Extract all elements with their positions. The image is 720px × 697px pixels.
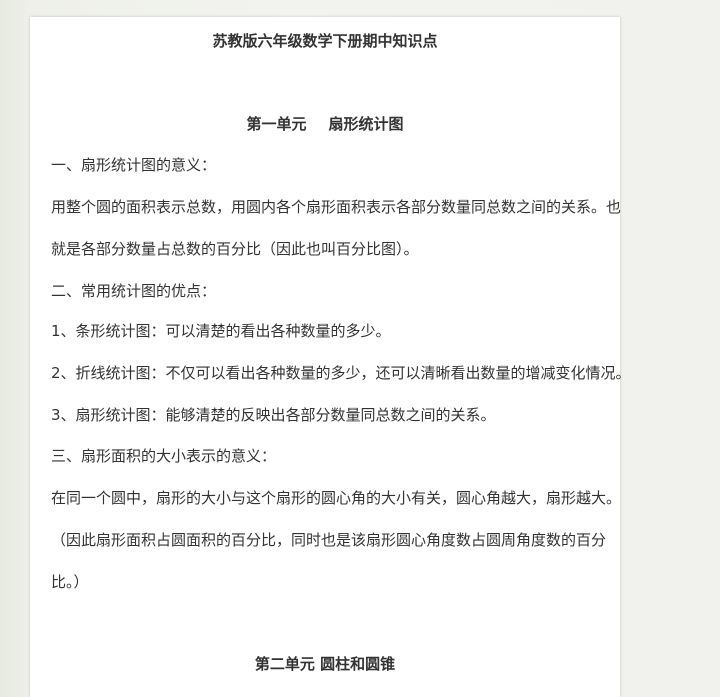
paragraph-line: 在同一个圆中，扇形的大小与这个扇形的圆心角的大小有关，圆心角越大，扇形越大。 xyxy=(51,489,622,507)
unit1-name: 扇形统计图 xyxy=(328,115,404,133)
paragraph-line: （因此扇形面积占圆面积的百分比，同时也是该扇形圆心角度数占圆周角度数的百分 xyxy=(51,531,607,549)
document-page: 苏教版六年级数学下册期中知识点 第一单元 扇形统计图 一、扇形统计图的意义： 用整… xyxy=(30,17,631,697)
document-title: 苏教版六年级数学下册期中知识点 xyxy=(212,32,438,50)
list-item: 2、折线统计图：不仅可以看出各种数量的多少，还可以清晰看出数量的增减变化情况。 xyxy=(51,364,631,382)
section-3-heading: 三、扇形面积的大小表示的意义： xyxy=(51,447,277,465)
list-item: 1、条形统计图：可以清楚的看出各种数量的多少。 xyxy=(51,322,391,340)
unit1-label: 第一单元 xyxy=(246,115,307,133)
list-item: 3、扇形统计图：能够清楚的反映出各部分数量同总数之间的关系。 xyxy=(51,406,496,424)
section-2-heading: 二、常用统计图的优点： xyxy=(51,282,217,300)
unit1-heading: 第一单元 扇形统计图 xyxy=(30,113,620,134)
paragraph-line: 比。） xyxy=(51,573,89,591)
paragraph-line: 就是各部分数量占总数的百分比（因此也叫百分比图）。 xyxy=(51,240,419,258)
section-1-heading: 一、扇形统计图的意义： xyxy=(51,156,217,174)
paragraph-line: 用整个圆的面积表示总数，用圆内各个扇形面积表示各部分数量同总数之间的关系。也 xyxy=(51,198,622,216)
unit2-heading: 第二单元 圆柱和圆锥 xyxy=(254,655,396,673)
